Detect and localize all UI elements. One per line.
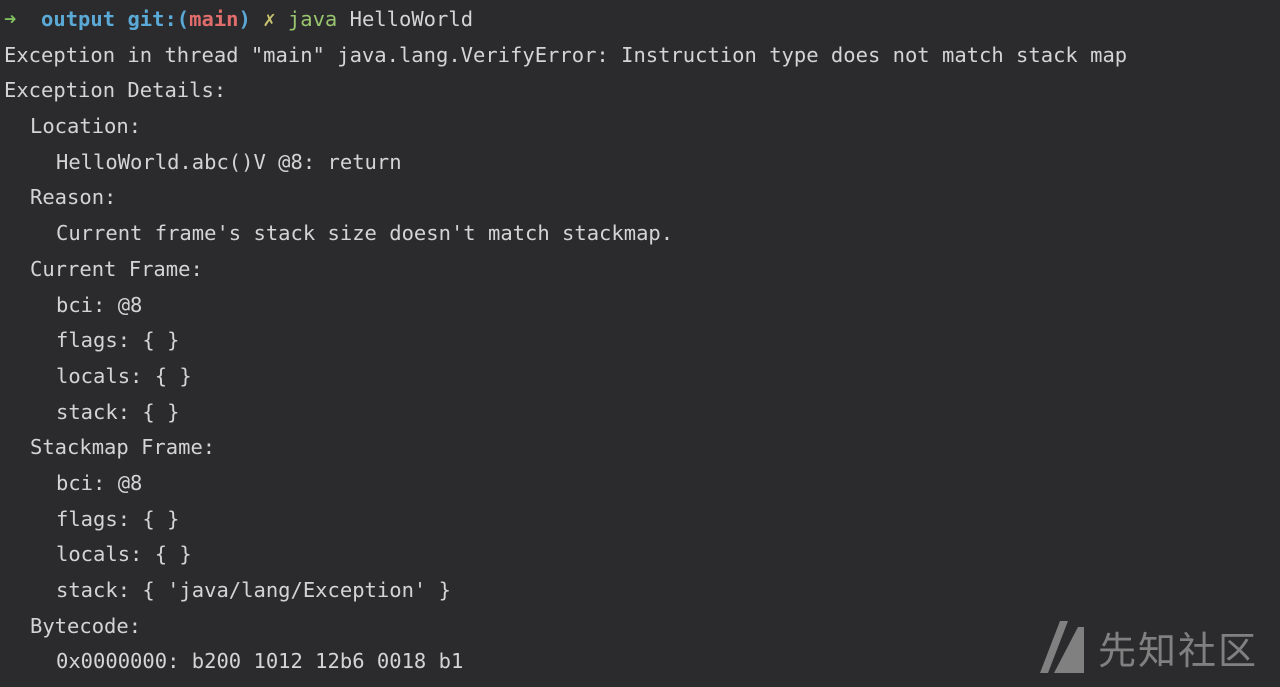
output-line: Reason:: [30, 185, 117, 210]
output-line: Exception Details:: [4, 78, 227, 103]
output-line: locals: { }: [56, 363, 192, 388]
output-line: bci: @8: [56, 470, 143, 495]
prompt-git-prefix: git:(: [127, 7, 190, 31]
output-line: HelloWorld.abc()V @8: return: [56, 149, 402, 174]
output-line: stack: { 'java/lang/Exception' }: [56, 578, 451, 602]
command-output: Exception in thread "main" java.lang.Ver…: [0, 38, 1280, 680]
output-line: Exception in thread "main" java.lang.Ver…: [4, 42, 1128, 67]
watermark-text: 先知社区: [1097, 628, 1258, 673]
prompt-dirty-marker: ✗: [263, 7, 276, 31]
prompt-arrow-icon: ➜: [4, 7, 17, 31]
command-name: java: [287, 7, 338, 31]
output-line: Location:: [30, 114, 142, 139]
output-line: locals: { }: [56, 542, 192, 567]
command-prompt-line: ➜ output git:(main) ✗ java HelloWorld: [0, 2, 1280, 38]
output-line: stack: { }: [56, 399, 180, 424]
output-line: bci: @8: [56, 292, 143, 317]
output-line: Current Frame:: [30, 256, 203, 281]
prompt-git-branch: main: [189, 7, 239, 31]
prompt-directory: output: [41, 7, 116, 31]
output-line: Current frame's stack size doesn't match…: [56, 221, 674, 246]
output-line: Stackmap Frame:: [30, 435, 216, 460]
command-argument: HelloWorld: [349, 7, 474, 31]
output-line: flags: { }: [56, 328, 180, 353]
xianzhi-logo-icon: [1038, 619, 1086, 675]
watermark: 先知社区: [1038, 619, 1258, 675]
output-line: flags: { }: [56, 506, 180, 531]
terminal-window[interactable]: ➜ output git:(main) ✗ java HelloWorld Ex…: [0, 0, 1280, 687]
prompt-git-suffix: ): [238, 7, 251, 31]
